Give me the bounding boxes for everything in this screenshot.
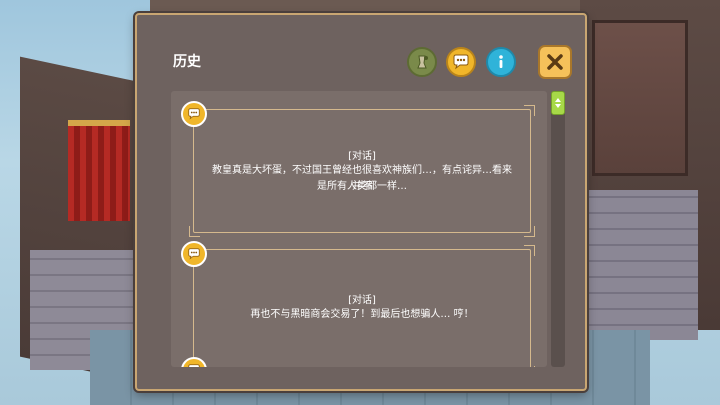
close-icon xyxy=(547,54,563,70)
voice-replay-icon xyxy=(417,55,428,69)
entry-type-label: [对话] xyxy=(348,151,376,162)
voice-replay-button[interactable] xyxy=(407,47,437,77)
entry-text-line: 再也不与黑暗商会交易了！到最后也想骗人… 哼！ xyxy=(250,309,474,320)
info-button[interactable] xyxy=(486,47,516,77)
chat-log-button[interactable] xyxy=(446,47,476,77)
chat-bubble-icon xyxy=(188,364,200,367)
game-scene: 历史 [对话] 教皇真是大坏蛋，不过国王曾经也很喜欢神族们…，有点诧异…看来并不… xyxy=(0,0,720,405)
scrollbar-thumb[interactable] xyxy=(551,91,565,115)
history-title: 历史 xyxy=(173,54,201,70)
scrollbar-track[interactable] xyxy=(551,91,565,367)
info-icon xyxy=(499,55,503,68)
history-entry: [对话] 再也不与黑暗商会交易了！到最后也想骗人… 哼！ xyxy=(181,241,535,367)
chat-bubble-icon xyxy=(453,54,469,70)
dialogue-badge xyxy=(181,241,207,267)
background-stone-wall-right xyxy=(588,190,698,340)
background-curtain xyxy=(68,120,130,221)
history-panel: 历史 [对话] 教皇真是大坏蛋，不过国王曾经也很喜欢神族们…，有点诧异…看来并不… xyxy=(135,13,587,391)
chevron-up-icon xyxy=(555,98,561,102)
close-button[interactable] xyxy=(538,45,572,79)
chat-bubble-icon xyxy=(188,108,200,120)
dialogue-badge xyxy=(181,101,207,127)
entry-text-line: 是所有人类都一样… xyxy=(317,181,407,192)
chat-bubble-icon xyxy=(188,248,200,260)
entry-type-label: [对话] xyxy=(348,295,376,306)
background-wardrobe xyxy=(592,20,688,176)
history-list[interactable]: [对话] 教皇真是大坏蛋，不过国王曾经也很喜欢神族们…，有点诧异…看来并不 是所… xyxy=(171,91,547,367)
chevron-down-icon xyxy=(555,104,561,108)
history-entry: [对话] 教皇真是大坏蛋，不过国王曾经也很喜欢神族们…，有点诧异…看来并不 是所… xyxy=(181,101,535,237)
